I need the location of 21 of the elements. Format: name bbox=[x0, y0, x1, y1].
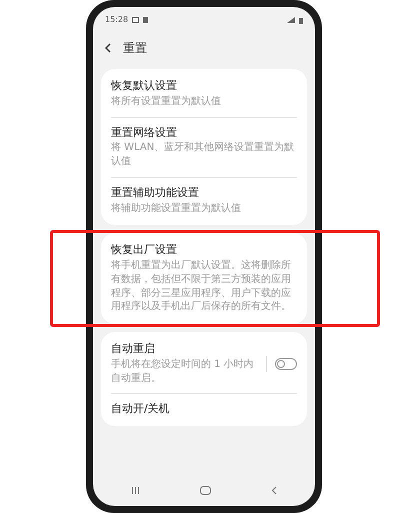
setting-description: 将辅助功能设置重置为默认值 bbox=[111, 202, 242, 216]
picture-icon bbox=[132, 17, 140, 23]
setting-description: 将 WLAN、蓝牙和其他网络设置重置为默认值 bbox=[111, 141, 296, 169]
toggle-switch[interactable] bbox=[275, 358, 297, 370]
home-icon[interactable] bbox=[200, 486, 211, 494]
notification-icon bbox=[143, 17, 148, 23]
setting-title[interactable]: 重置网络设置 bbox=[111, 126, 297, 140]
setting-title[interactable]: 自动重启 bbox=[111, 342, 258, 356]
setting-description: 将手机重置为出厂默认设置。这将删除所有数据，包括但不限于第三方预装的应用程序、部分三星应用程序、用户下载的应用程序以及手机出厂后保存的所有文件。 bbox=[111, 259, 292, 314]
back-icon[interactable] bbox=[105, 43, 111, 53]
setting-title[interactable]: 恢复默认设置 bbox=[111, 79, 297, 93]
battery-icon bbox=[299, 16, 303, 24]
setting-title[interactable]: 自动开/关机 bbox=[111, 402, 297, 416]
setting-description: 手机将在您设定时间的 1 小时内自动重启。 bbox=[111, 358, 255, 386]
page-title: 重置 bbox=[123, 40, 147, 57]
setting-title[interactable]: 恢复出厂设置 bbox=[111, 243, 297, 257]
setting-title[interactable]: 重置辅助功能设置 bbox=[111, 186, 297, 200]
recent-apps-icon[interactable] bbox=[131, 486, 140, 494]
status-time: 15:28 bbox=[105, 14, 128, 26]
setting-description: 将所有设置重置为默认值 bbox=[111, 94, 222, 108]
signal-icon bbox=[287, 17, 295, 23]
